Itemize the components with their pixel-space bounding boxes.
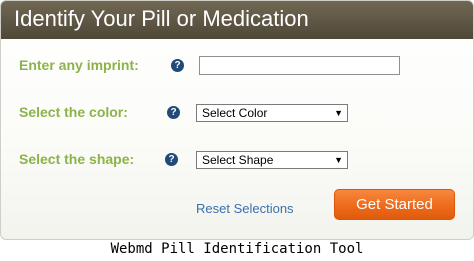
shape-label: Select the shape:	[19, 151, 135, 167]
get-started-button[interactable]: Get Started	[334, 189, 455, 220]
help-icon[interactable]: ?	[167, 106, 180, 119]
pill-identifier-widget: Identify Your Pill or Medication Enter a…	[0, 0, 474, 240]
help-icon[interactable]: ?	[165, 153, 178, 166]
color-label: Select the color:	[19, 104, 128, 120]
shape-select[interactable]: Select Shape ▼	[196, 151, 348, 169]
chevron-down-icon: ▼	[334, 108, 343, 118]
shape-select-value: Select Shape	[202, 153, 274, 167]
color-select-value: Select Color	[202, 106, 268, 120]
color-select[interactable]: Select Color ▼	[196, 104, 348, 122]
chevron-down-icon: ▼	[334, 155, 343, 165]
imprint-label: Enter any imprint:	[19, 57, 139, 73]
image-caption: Webmd Pill Identification Tool	[110, 241, 364, 257]
widget-header: Identify Your Pill or Medication	[1, 1, 473, 39]
help-icon[interactable]: ?	[171, 59, 184, 72]
widget-title: Identify Your Pill or Medication	[14, 6, 309, 31]
reset-selections-link[interactable]: Reset Selections	[196, 201, 294, 216]
imprint-input[interactable]	[199, 56, 400, 75]
